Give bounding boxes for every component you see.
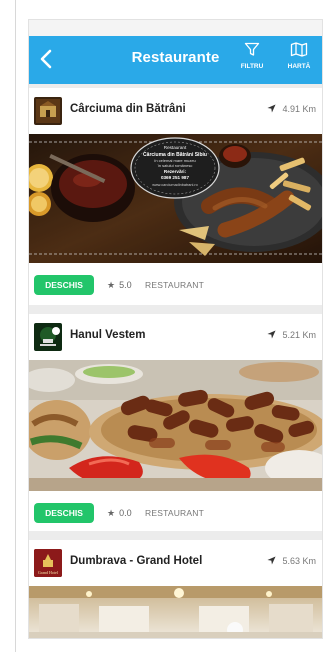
restaurant-name: Dumbrava - Grand Hotel (70, 555, 203, 567)
card-header: Grand Hotel Dumbrava - Grand Hotel 5.63 … (29, 540, 322, 586)
page-title: Restaurante (131, 49, 220, 66)
status-bar (29, 20, 322, 36)
star-icon: ★ (107, 508, 116, 518)
food-photo-image: Restaurant Cârciuma din Bătrâni Sibiu în… (29, 134, 322, 263)
star-icon: ★ (107, 280, 116, 290)
restaurant-card[interactable]: Cârciuma din Bătrâni 4.91 Km Restaurant … (29, 88, 322, 305)
card-footer: DESCHIS ★ 0.0 RESTAURANT (29, 491, 322, 535)
restaurant-photo[interactable] (29, 586, 322, 638)
map-button[interactable]: HARTĂ (281, 42, 317, 70)
rating: ★ 5.0 (107, 280, 132, 291)
distance: 4.91 Km (267, 104, 316, 114)
restaurant-name: Hanul Vestem (70, 329, 146, 341)
sign-text-line6: 0369 251 987 (161, 175, 190, 180)
food-photo-image (29, 360, 322, 491)
card-header: Cârciuma din Bătrâni 4.91 Km (29, 88, 322, 134)
restaurant-photo[interactable]: Restaurant Cârciuma din Bătrâni Sibiu în… (29, 134, 322, 263)
map-label: HARTĂ (287, 63, 311, 70)
sign-text-line7: www.carciumadinbatrani.ro (152, 183, 198, 187)
distance-value: 4.91 Km (282, 104, 316, 114)
map-icon (290, 42, 308, 57)
sign-text-line4: în satului românesc (157, 163, 193, 168)
hall-photo-image (29, 586, 322, 638)
restaurant-card[interactable]: Hanul Vestem 5.21 Km DESCHIS ★ 0.0 RESTA… (29, 314, 322, 531)
logo-text: Grand Hotel (38, 570, 59, 575)
rating-value: 5.0 (119, 280, 132, 290)
distance-value: 5.21 Km (282, 330, 316, 340)
restaurant-logo (34, 323, 62, 351)
status-badge: DESCHIS (34, 275, 94, 295)
distance-value: 5.63 Km (282, 556, 316, 566)
rating: ★ 0.0 (107, 508, 132, 519)
sign-text-line1: Restaurant (164, 145, 187, 150)
navigation-bar: Restaurante FILTRU HARTĂ (29, 36, 322, 84)
screen-edge-line (15, 0, 16, 652)
navigation-arrow-icon (267, 330, 277, 339)
sign-text-line5: Rezervări: (164, 169, 187, 174)
card-footer: DESCHIS ★ 5.0 RESTAURANT (29, 263, 322, 307)
restaurant-name: Cârciuma din Bătrâni (70, 103, 186, 115)
distance: 5.63 Km (267, 556, 316, 566)
navigation-arrow-icon (267, 556, 277, 565)
rating-value: 0.0 (119, 508, 132, 518)
filter-button[interactable]: FILTRU (234, 42, 270, 70)
card-header: Hanul Vestem 5.21 Km (29, 314, 322, 360)
app-screen: Restaurante FILTRU HARTĂ Cârciuma din Bă… (29, 20, 322, 638)
category-label: RESTAURANT (145, 280, 204, 290)
restaurant-photo[interactable] (29, 360, 322, 491)
navigation-arrow-icon (267, 104, 277, 113)
restaurant-card[interactable]: Grand Hotel Dumbrava - Grand Hotel 5.63 … (29, 540, 322, 638)
filter-funnel-icon (244, 42, 260, 56)
status-badge: DESCHIS (34, 503, 94, 523)
distance: 5.21 Km (267, 330, 316, 340)
filter-label: FILTRU (240, 63, 264, 70)
restaurant-logo (34, 97, 62, 125)
restaurant-logo: Grand Hotel (34, 549, 62, 577)
category-label: RESTAURANT (145, 508, 204, 518)
